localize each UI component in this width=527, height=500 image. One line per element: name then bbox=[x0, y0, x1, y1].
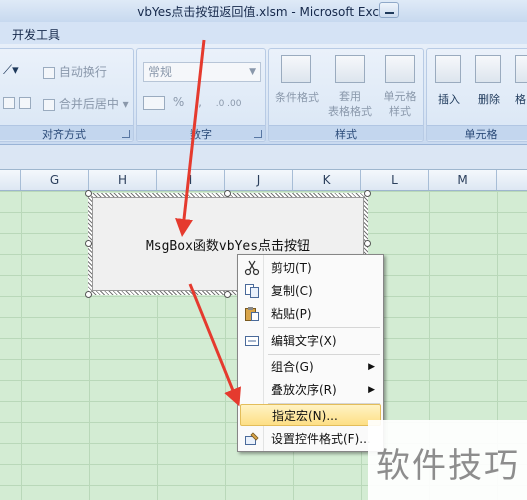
format-icon[interactable] bbox=[515, 55, 527, 83]
group-label-number: 数字 bbox=[137, 125, 265, 141]
watermark: 软件技巧 bbox=[368, 420, 527, 500]
wrap-text-icon bbox=[43, 66, 55, 79]
menu-item-edit-text[interactable]: 编辑文字(X) bbox=[240, 330, 381, 352]
currency-icon[interactable] bbox=[143, 95, 165, 110]
format-control-icon bbox=[245, 432, 259, 445]
wrap-text-button[interactable]: 自动换行 bbox=[43, 63, 107, 80]
alignment-launcher[interactable] bbox=[122, 130, 130, 138]
merge-center-button[interactable]: 合并后居中 ▾ bbox=[43, 95, 129, 112]
window-title: vbYes点击按钮返回值.xlsm - Microsoft Excel bbox=[137, 5, 390, 19]
chevron-down-icon: ▼ bbox=[249, 67, 256, 77]
menu-item-paste[interactable]: 粘贴(P) bbox=[240, 303, 381, 325]
column-header-k[interactable]: K bbox=[293, 170, 361, 190]
group-styles: 条件格式 套用 表格格式 单元格 样式 样式 bbox=[268, 48, 424, 142]
number-launcher[interactable] bbox=[254, 130, 262, 138]
cell-style-button[interactable]: 单元格 样式 bbox=[375, 89, 425, 119]
number-format-buttons: % , .0 .00 bbox=[143, 95, 241, 110]
delete-icon[interactable] bbox=[475, 55, 501, 83]
table-format-icon[interactable] bbox=[335, 55, 365, 83]
group-label-styles: 样式 bbox=[269, 125, 423, 141]
copy-icon bbox=[245, 284, 259, 298]
menu-item-assign-macro[interactable]: 指定宏(N)... bbox=[240, 404, 381, 426]
increase-decimal-button[interactable]: .0 .00 bbox=[216, 99, 242, 109]
comma-button[interactable]: , bbox=[198, 95, 202, 109]
menu-item-copy[interactable]: 复制(C) bbox=[240, 280, 381, 302]
paste-icon bbox=[245, 307, 259, 321]
column-header-i[interactable]: I bbox=[157, 170, 225, 190]
submenu-arrow-icon: ▶ bbox=[368, 385, 375, 395]
formula-area bbox=[0, 145, 527, 169]
column-header-partial bbox=[0, 170, 21, 190]
column-header-j[interactable]: J bbox=[225, 170, 293, 190]
menu-item-format-control[interactable]: 设置控件格式(F)... bbox=[240, 428, 381, 450]
context-menu: 剪切(T) 复制(C) 粘贴(P) 编辑文字(X) 组合(G) ▶ 叠放次序(R… bbox=[237, 254, 384, 452]
indent-icons[interactable] bbox=[3, 95, 31, 109]
group-label-cells: 单元格 bbox=[427, 125, 527, 141]
number-format-select[interactable]: 常规 ▼ bbox=[143, 62, 261, 82]
menu-separator bbox=[268, 327, 380, 328]
conditional-format-button[interactable]: 条件格式 bbox=[273, 89, 321, 105]
submenu-arrow-icon: ▶ bbox=[368, 362, 375, 372]
resize-handle-bottom-middle[interactable] bbox=[224, 291, 231, 298]
delete-button[interactable]: 删除 bbox=[469, 91, 509, 107]
group-cells: 插入 删除 格 单元格 bbox=[426, 48, 527, 142]
resize-handle-middle-left[interactable] bbox=[85, 240, 92, 247]
column-header-row: G H I J K L M bbox=[0, 169, 527, 191]
format-button[interactable]: 格 bbox=[515, 91, 526, 107]
menu-item-cut[interactable]: 剪切(T) bbox=[240, 257, 381, 279]
group-label-alignment: 对齐方式 bbox=[0, 125, 133, 141]
edit-text-icon bbox=[245, 336, 259, 346]
minimize-button[interactable] bbox=[379, 2, 399, 18]
title-bar: vbYes点击按钮返回值.xlsm - Microsoft Excel bbox=[0, 0, 527, 22]
menu-item-order[interactable]: 叠放次序(R) ▶ bbox=[240, 379, 381, 401]
column-header-l[interactable]: L bbox=[361, 170, 429, 190]
insert-button[interactable]: 插入 bbox=[429, 91, 469, 107]
ribbon: ⟋▾ 自动换行 合并后居中 ▾ 对齐方式 常规 ▼ % , .0 .00 数字 … bbox=[0, 44, 527, 145]
conditional-format-icon[interactable] bbox=[281, 55, 311, 83]
ribbon-tabs: 开发工具 bbox=[0, 22, 527, 44]
column-header-m[interactable]: M bbox=[429, 170, 497, 190]
decrease-indent-icon bbox=[3, 96, 15, 109]
insert-icon[interactable] bbox=[435, 55, 461, 83]
menu-item-group[interactable]: 组合(G) ▶ bbox=[240, 356, 381, 378]
column-header-h[interactable]: H bbox=[89, 170, 157, 190]
orientation-icon[interactable]: ⟋▾ bbox=[3, 63, 19, 78]
cell-style-icon[interactable] bbox=[385, 55, 415, 83]
table-format-button[interactable]: 套用 表格格式 bbox=[325, 89, 375, 119]
tab-developer[interactable]: 开发工具 bbox=[12, 26, 60, 43]
percent-button[interactable]: % bbox=[173, 95, 184, 109]
resize-handle-top-left[interactable] bbox=[85, 190, 92, 197]
resize-handle-top-right[interactable] bbox=[364, 190, 371, 197]
group-number: 常规 ▼ % , .0 .00 数字 bbox=[136, 48, 266, 142]
scissors-icon bbox=[244, 260, 260, 276]
resize-handle-middle-right[interactable] bbox=[364, 240, 371, 247]
menu-separator bbox=[268, 354, 380, 355]
group-alignment: ⟋▾ 自动换行 合并后居中 ▾ 对齐方式 bbox=[0, 48, 134, 142]
merge-icon bbox=[43, 98, 55, 111]
column-header-g[interactable]: G bbox=[21, 170, 89, 190]
resize-handle-top-middle[interactable] bbox=[224, 190, 231, 197]
increase-indent-icon bbox=[18, 96, 31, 109]
resize-handle-bottom-left[interactable] bbox=[85, 291, 92, 298]
